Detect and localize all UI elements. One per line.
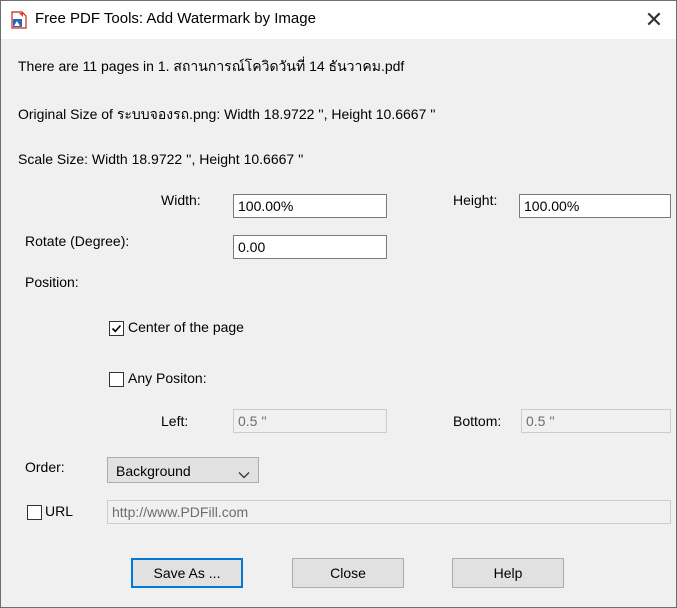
checkmark-icon [111, 324, 122, 333]
center-page-checkbox[interactable] [109, 321, 124, 336]
order-dropdown[interactable]: Background [107, 457, 259, 483]
bottom-input[interactable] [521, 409, 671, 433]
chevron-down-icon [238, 466, 250, 482]
title-bar: Free PDF Tools: Add Watermark by Image ✕ [1, 1, 676, 39]
left-input[interactable] [233, 409, 387, 433]
close-window-button[interactable]: ✕ [632, 1, 676, 39]
close-icon: ✕ [644, 7, 664, 32]
center-page-label[interactable]: Center of the page [128, 319, 244, 335]
url-checkbox[interactable] [27, 505, 42, 520]
rotate-input[interactable] [233, 235, 387, 259]
width-input[interactable] [233, 194, 387, 218]
pdf-document-icon [11, 11, 27, 29]
height-input[interactable] [519, 194, 671, 218]
close-label: Close [330, 565, 366, 581]
help-button[interactable]: Help [452, 558, 564, 588]
bottom-label: Bottom: [453, 413, 502, 429]
any-position-label[interactable]: Any Positon: [128, 370, 207, 386]
pages-info-text: There are 11 pages in 1. สถานการณ์โควิดว… [18, 58, 405, 74]
close-button[interactable]: Close [292, 558, 404, 588]
rotate-label: Rotate (Degree): [25, 233, 130, 249]
scale-size-text: Scale Size: Width 18.9722 '', Height 10.… [18, 151, 304, 167]
original-size-text: Original Size of ระบบจองรถ.png: Width 18… [18, 106, 436, 122]
window-title: Free PDF Tools: Add Watermark by Image [35, 10, 316, 27]
order-label: Order: [25, 459, 65, 475]
width-label: Width: [161, 192, 201, 208]
help-label: Help [493, 565, 523, 581]
order-selected-value: Background [116, 463, 191, 479]
save-as-button[interactable]: Save As ... [131, 558, 243, 588]
position-label: Position: [25, 274, 79, 290]
any-position-checkbox[interactable] [109, 372, 124, 387]
save-as-label: Save As ... [153, 565, 221, 581]
height-label: Height: [453, 192, 498, 208]
url-input[interactable] [107, 500, 671, 524]
dialog-window: Free PDF Tools: Add Watermark by Image ✕… [0, 0, 677, 608]
left-label: Left: [161, 413, 189, 429]
url-label[interactable]: URL [45, 503, 73, 519]
